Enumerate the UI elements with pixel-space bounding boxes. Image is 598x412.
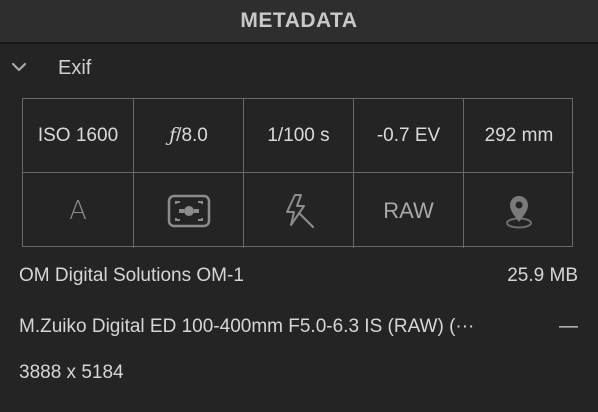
aperture-value: ƒ/8.0 xyxy=(169,124,208,147)
iso-value: ISO 1600 xyxy=(37,124,119,146)
location-cell[interactable] xyxy=(464,173,574,248)
flash-cell xyxy=(244,173,354,248)
camera-model: OM Digital Solutions OM-1 xyxy=(19,265,244,286)
exposure-comp-cell: -0.7 EV xyxy=(354,99,464,173)
file-format-value: RAW xyxy=(383,197,434,223)
exif-grid: ISO 1600 ƒ/8.0 1/100 s -0.7 EV 292 mm A xyxy=(22,98,574,248)
file-format-cell: RAW xyxy=(354,173,464,248)
exposure-mode-value: A xyxy=(69,195,87,226)
metering-cell xyxy=(134,173,244,248)
panel-title: METADATA xyxy=(240,9,358,32)
focal-length-value: 292 mm xyxy=(484,124,554,146)
aperture-number: /8.0 xyxy=(176,125,208,146)
exposure-comp-value: -0.7 EV xyxy=(376,124,441,146)
lens-extra: — xyxy=(559,316,578,337)
shutter-value: 1/100 s xyxy=(267,124,330,146)
lens-name: M.Zuiko Digital ED 100-400mm F5.0-6.3 IS… xyxy=(19,316,475,337)
metadata-header: METADATA xyxy=(0,0,598,44)
section-label: Exif xyxy=(58,57,92,79)
flash-off-icon xyxy=(285,193,314,228)
image-dimensions: 3888 x 5184 xyxy=(19,362,124,383)
exif-section-header[interactable]: Exif xyxy=(0,46,598,92)
location-pin-icon[interactable] xyxy=(502,191,536,231)
metering-mode-icon xyxy=(167,194,210,227)
file-size: 25.9 MB xyxy=(507,265,578,286)
exposure-mode-cell: A xyxy=(23,173,134,248)
focal-length-cell: 292 mm xyxy=(464,99,574,173)
iso-cell: ISO 1600 xyxy=(23,99,134,173)
aperture-cell: ƒ/8.0 xyxy=(134,99,244,173)
chevron-down-icon[interactable] xyxy=(10,58,28,76)
shutter-cell: 1/100 s xyxy=(244,99,354,173)
